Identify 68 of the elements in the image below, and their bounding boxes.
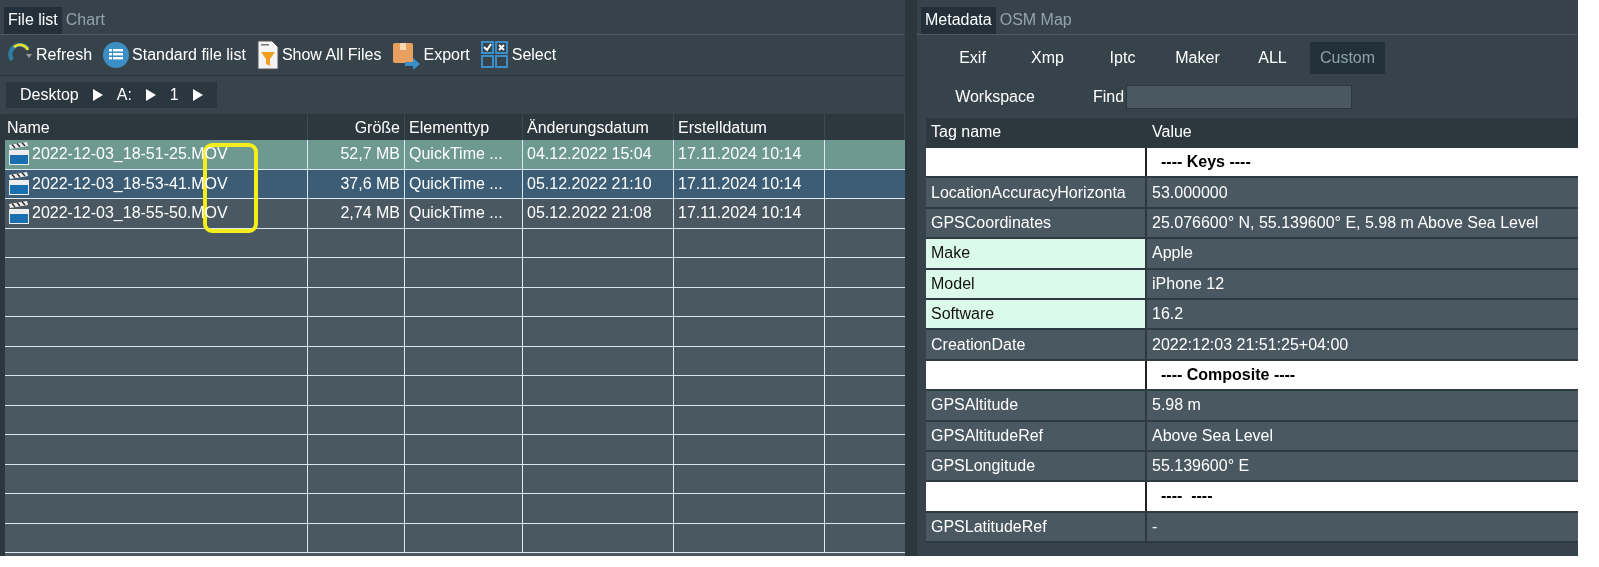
select-button[interactable]: Select bbox=[479, 40, 557, 70]
table-cell-text: 16.2 bbox=[1151, 304, 1185, 325]
export-button[interactable]: Export bbox=[391, 40, 470, 70]
table-cell: GPSCoordinates bbox=[926, 208, 1147, 238]
filter-button[interactable]: ALL bbox=[1235, 42, 1310, 74]
select-grid-icon bbox=[479, 40, 510, 70]
table-cell: LocationAccuracyHorizonta bbox=[926, 178, 1147, 207]
marked-tag-cell: Software bbox=[926, 299, 1147, 329]
table-cell: QuickTime ... bbox=[409, 204, 503, 223]
table-cell-text: 2022:12:03 21:51:25+04:00 bbox=[1151, 334, 1350, 355]
video-file-icon bbox=[7, 142, 31, 167]
tab[interactable]: Metadata bbox=[921, 7, 996, 34]
filter-button[interactable]: Maker bbox=[1160, 42, 1235, 74]
video-file-icon bbox=[7, 201, 31, 226]
tab[interactable]: Chart bbox=[61, 7, 109, 34]
table-cell: 37,6 MB bbox=[340, 174, 400, 193]
filter-button[interactable]: Iptc bbox=[1085, 42, 1160, 74]
marked-tag-cell: Make bbox=[926, 239, 1147, 268]
table-cell: CreationDate bbox=[926, 330, 1147, 359]
triangle-arrow-icon[interactable] bbox=[145, 89, 156, 101]
triangle-arrow-icon[interactable] bbox=[192, 89, 203, 101]
filter-button[interactable]: Exif bbox=[935, 42, 1010, 74]
breadcrumb-item[interactable]: 1 bbox=[161, 86, 193, 104]
breadcrumb-item[interactable]: A: bbox=[108, 86, 146, 104]
marked-tag-cell: Model bbox=[926, 269, 1147, 298]
column-header[interactable]: Tag name bbox=[926, 118, 1147, 146]
list-icon bbox=[102, 41, 131, 69]
box-export-icon bbox=[391, 40, 422, 70]
list-button[interactable]: Standard file list bbox=[102, 41, 246, 69]
filter-button[interactable]: Show All Files bbox=[255, 40, 382, 70]
table-cell: 17.11.2024 10:14 bbox=[678, 204, 802, 223]
section-heading: ---- Keys ---- bbox=[1160, 152, 1252, 173]
table-cell: 17.11.2024 10:14 bbox=[678, 145, 802, 164]
video-file-icon bbox=[7, 171, 31, 196]
table-cell: 05.12.2022 21:10 bbox=[527, 174, 652, 193]
filter-document-icon bbox=[255, 40, 280, 70]
table-cell: 52,7 MB bbox=[340, 145, 400, 164]
section-heading: ---- Composite ---- bbox=[1160, 364, 1297, 385]
table-cell: 17.11.2024 10:14 bbox=[678, 174, 802, 193]
table-cell: 04.12.2022 15:04 bbox=[527, 145, 652, 164]
table-cell: QuickTime ... bbox=[409, 145, 503, 164]
tab[interactable]: File list bbox=[4, 7, 62, 34]
table-cell-text: 25.076600° N, 55.139600° E, 5.98 m Above Sea Level bbox=[1151, 212, 1540, 233]
table-cell-text: - bbox=[1151, 516, 1159, 537]
table-cell: QuickTime ... bbox=[409, 174, 503, 193]
table-cell: 2,74 MB bbox=[340, 204, 400, 223]
find-field[interactable] bbox=[1126, 85, 1353, 109]
triangle-arrow-icon[interactable] bbox=[92, 89, 103, 101]
find-label: Find bbox=[1093, 88, 1125, 106]
table-cell: GPSLongitude bbox=[926, 451, 1147, 481]
table-cell-text: 55.139600° E bbox=[1151, 456, 1251, 477]
table-cell: GPSLatitudeRef bbox=[926, 512, 1147, 542]
workspace-button[interactable]: Workspace bbox=[935, 88, 1055, 106]
table-cell-text: 53.000000 bbox=[1151, 182, 1229, 203]
breadcrumb-item[interactable]: Desktop bbox=[18, 86, 93, 104]
table-cell-text: Above Sea Level bbox=[1151, 425, 1274, 446]
table-cell-text: 5.98 m bbox=[1151, 395, 1202, 416]
filter-button[interactable]: Custom bbox=[1310, 42, 1385, 74]
table-cell: GPSAltitudeRef bbox=[926, 421, 1147, 450]
refresh-button[interactable]: Refresh bbox=[6, 42, 93, 68]
table-cell: 05.12.2022 21:08 bbox=[527, 204, 652, 223]
column-header[interactable]: Value bbox=[1147, 118, 1578, 146]
section-heading: ---- ---- bbox=[1160, 486, 1214, 507]
table-cell-text: iPhone 12 bbox=[1151, 273, 1226, 294]
filter-button[interactable]: Xmp bbox=[1010, 42, 1085, 74]
tab[interactable]: OSM Map bbox=[995, 7, 1076, 34]
table-cell-text: Apple bbox=[1151, 243, 1194, 264]
table-cell: GPSAltitude bbox=[926, 391, 1147, 420]
